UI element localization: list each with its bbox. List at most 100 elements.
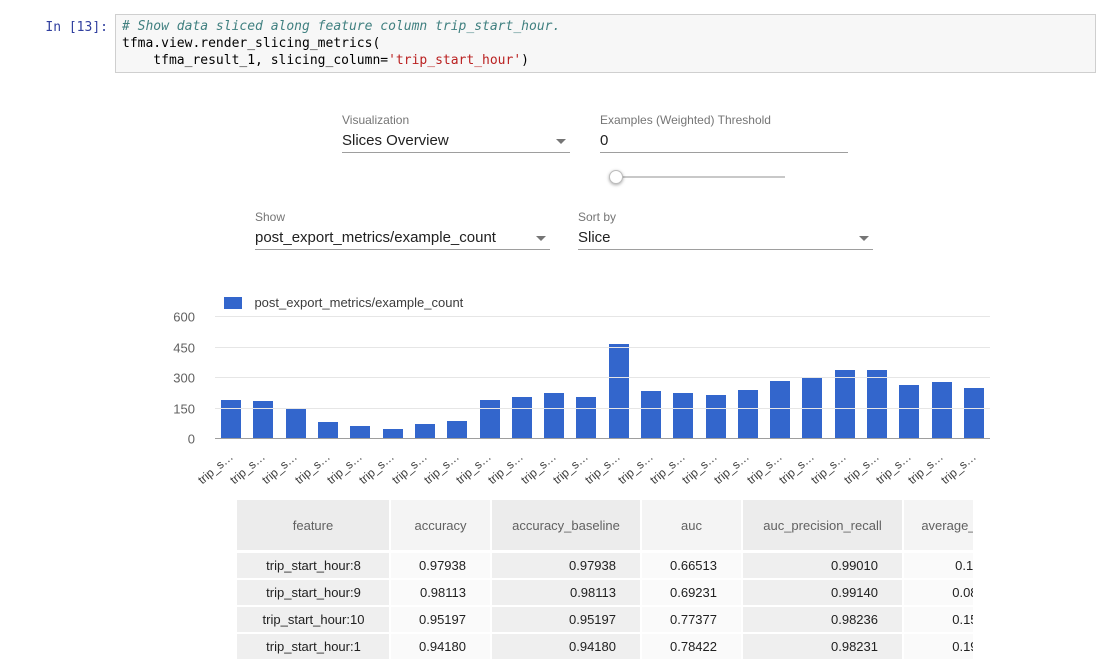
- x-tick-label: trip_s…: [453, 450, 494, 487]
- x-tick-label: trip_s…: [647, 450, 688, 487]
- slider-knob[interactable]: [609, 170, 623, 184]
- chart-xlabels: trip_s…trip_s…trip_s…trip_s…trip_s…trip_…: [215, 444, 990, 480]
- show-select-value: post_export_metrics/example_count: [255, 229, 496, 246]
- input-prompt: In [13]:: [28, 20, 108, 35]
- bar-15[interactable]: [706, 395, 726, 439]
- gridline: [215, 316, 990, 317]
- x-tick-label: trip_s…: [712, 450, 753, 487]
- bar-3[interactable]: [318, 422, 338, 439]
- table-cell: trip_start_hour:9: [237, 579, 390, 606]
- code-comment: # Show data sliced along feature column …: [122, 19, 560, 34]
- table-body: trip_start_hour:80.979380.979380.665130.…: [237, 552, 973, 660]
- code-cell[interactable]: # Show data sliced along feature column …: [115, 14, 1096, 73]
- table-cell: 0.97938: [491, 552, 641, 579]
- y-tick-label: 300: [173, 371, 195, 386]
- gridline: [215, 438, 990, 439]
- x-tick-label: trip_s…: [582, 450, 623, 487]
- show-select[interactable]: post_export_metrics/example_count: [255, 226, 550, 250]
- table-cell: 0.98113: [491, 579, 641, 606]
- table-cell: 0.95197: [491, 606, 641, 633]
- bar-slot: [312, 317, 344, 439]
- x-tick-label: trip_s…: [260, 450, 301, 487]
- bar-7[interactable]: [447, 421, 467, 439]
- bar-slot: [603, 317, 635, 439]
- threshold-input-value: 0: [600, 132, 608, 149]
- bar-slot: [667, 317, 699, 439]
- table-row[interactable]: trip_start_hour:10.941800.941800.784220.…: [237, 633, 973, 660]
- bar-slot: [570, 317, 602, 439]
- table-header-cell[interactable]: feature: [237, 500, 390, 552]
- table-cell: trip_start_hour:1: [237, 633, 390, 660]
- bar-0[interactable]: [221, 400, 241, 439]
- y-tick-label: 600: [173, 310, 195, 325]
- bar-23[interactable]: [964, 388, 984, 439]
- table-cell: 0.99010: [742, 552, 903, 579]
- bar-slot: [829, 317, 861, 439]
- bar-8[interactable]: [480, 400, 500, 439]
- code-line-3: tfma_result_1, slicing_column=: [122, 53, 388, 68]
- gridline: [215, 377, 990, 378]
- chevron-down-icon: [536, 236, 546, 241]
- x-tick-label: trip_s…: [809, 450, 850, 487]
- chevron-down-icon: [556, 139, 566, 144]
- table-row[interactable]: trip_start_hour:80.979380.979380.665130.…: [237, 552, 973, 579]
- x-tick-label: trip_s…: [356, 450, 397, 487]
- table-cell: 0.95197: [390, 606, 491, 633]
- visualization-label: Visualization: [342, 113, 409, 127]
- x-tick-label: trip_s…: [389, 450, 430, 487]
- bar-slot: [344, 317, 376, 439]
- threshold-slider[interactable]: [609, 170, 785, 184]
- chevron-down-icon: [859, 236, 869, 241]
- metrics-table: featureaccuracyaccuracy_baselineaucauc_p…: [237, 500, 973, 668]
- bar-2[interactable]: [286, 409, 306, 439]
- bar-21[interactable]: [899, 385, 919, 439]
- bar-slot: [538, 317, 570, 439]
- table-header-cell[interactable]: average_loss: [903, 500, 973, 552]
- bar-slot: [635, 317, 667, 439]
- table-header-cell[interactable]: auc_precision_recall: [742, 500, 903, 552]
- bar-13[interactable]: [641, 391, 661, 439]
- code-line-2: tfma.view.render_slicing_metrics(: [122, 36, 380, 51]
- visualization-select[interactable]: Slices Overview: [342, 129, 570, 153]
- code-string: 'trip_start_hour': [388, 53, 521, 68]
- table-cell: 0.99140: [742, 579, 903, 606]
- sort-by-select[interactable]: Slice: [578, 226, 873, 250]
- table-row[interactable]: trip_start_hour:100.951970.951970.773770…: [237, 606, 973, 633]
- table-header-cell[interactable]: accuracy_baseline: [491, 500, 641, 552]
- bar-17[interactable]: [770, 381, 790, 439]
- y-tick-label: 450: [173, 340, 195, 355]
- bar-10[interactable]: [544, 393, 564, 439]
- table-cell: 0.98113: [390, 579, 491, 606]
- table-cell: 0.97938: [390, 552, 491, 579]
- bar-slot: [441, 317, 473, 439]
- x-tick-label: trip_s…: [744, 450, 785, 487]
- table-cell: 0.98231: [742, 633, 903, 660]
- bar-slot: [732, 317, 764, 439]
- bar-11[interactable]: [576, 397, 596, 439]
- bar-12[interactable]: [609, 344, 629, 439]
- notebook-page: In [13]: # Show data sliced along featur…: [0, 0, 1111, 668]
- bar-22[interactable]: [932, 382, 952, 439]
- sort-by-select-value: Slice: [578, 229, 611, 246]
- legend-swatch: [224, 297, 242, 309]
- bar-6[interactable]: [415, 424, 435, 439]
- bar-20[interactable]: [867, 370, 887, 439]
- bar-slot: [280, 317, 312, 439]
- threshold-input[interactable]: 0: [600, 129, 848, 153]
- table-cell: 0.77377: [641, 606, 742, 633]
- table-cell: 0.78422: [641, 633, 742, 660]
- threshold-label: Examples (Weighted) Threshold: [600, 113, 771, 127]
- bar-slot: [247, 317, 279, 439]
- table-cell: 0.69231: [641, 579, 742, 606]
- bar-19[interactable]: [835, 370, 855, 439]
- table-header-cell[interactable]: accuracy: [390, 500, 491, 552]
- bar-14[interactable]: [673, 393, 693, 439]
- table-header-cell[interactable]: auc: [641, 500, 742, 552]
- bar-slot: [473, 317, 505, 439]
- table-row[interactable]: trip_start_hour:90.981130.981130.692310.…: [237, 579, 973, 606]
- bar-9[interactable]: [512, 397, 532, 439]
- visualization-select-value: Slices Overview: [342, 132, 449, 149]
- bar-16[interactable]: [738, 390, 758, 439]
- bar-slot: [926, 317, 958, 439]
- table-cell: 0.1901: [903, 633, 973, 660]
